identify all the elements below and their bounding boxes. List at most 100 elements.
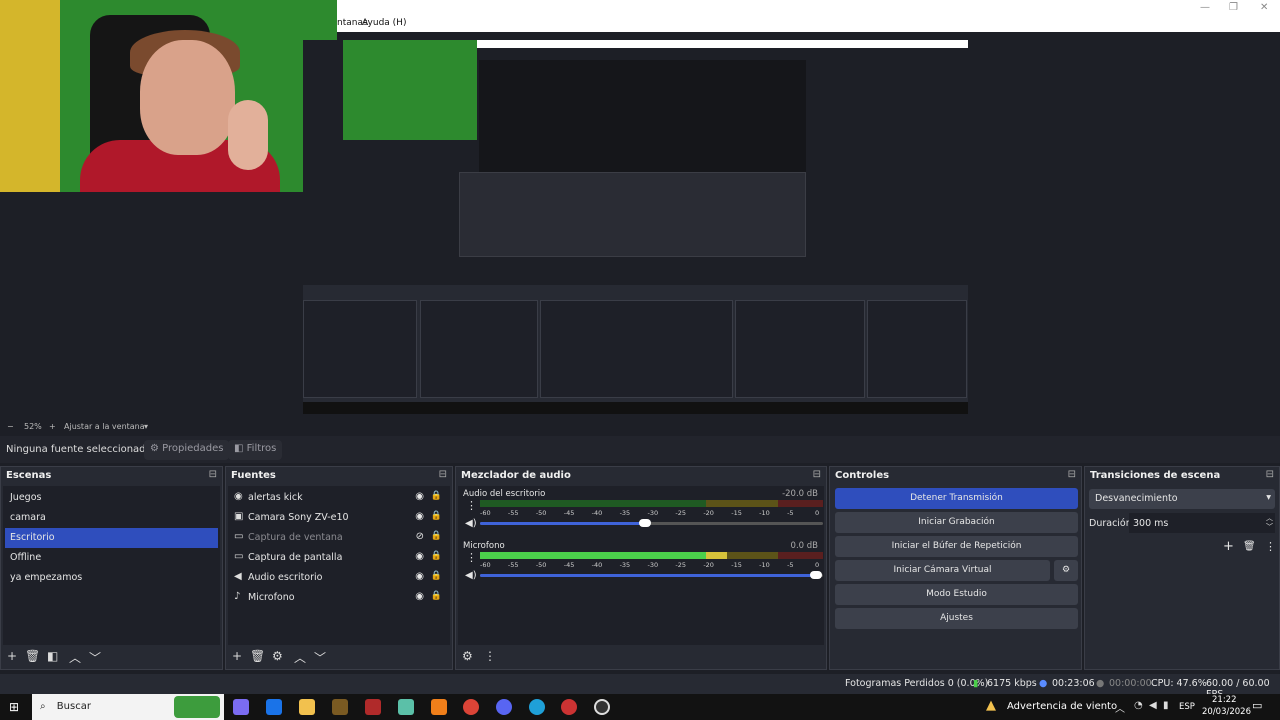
restore-icon[interactable]: ❐ — [1229, 2, 1238, 13]
control-button[interactable]: Iniciar el Búfer de Repetición — [835, 536, 1078, 557]
control-button[interactable]: Iniciar Grabación — [835, 512, 1078, 533]
eye-icon[interactable]: ◉ — [415, 491, 424, 502]
dock-float-icon[interactable]: ⊟ — [1266, 469, 1274, 480]
zoom-in-button[interactable]: + — [49, 422, 56, 431]
chevron-up-icon[interactable]: ︿ — [294, 649, 306, 666]
dock-float-icon[interactable]: ⊟ — [813, 469, 821, 480]
vlc-icon[interactable] — [431, 699, 447, 715]
eye-icon[interactable]: ◉ — [415, 551, 424, 562]
duration-value: 300 ms — [1133, 518, 1169, 529]
menu-help[interactable]: Ayuda (H) — [362, 18, 406, 28]
tick-label: -45 — [563, 561, 575, 569]
filters-label: Filtros — [246, 443, 277, 454]
mic-icon[interactable]: ▮ — [1163, 700, 1169, 711]
channel-menu-icon[interactable]: ⋮ — [466, 499, 477, 512]
lock-icon[interactable]: 🔒 — [431, 551, 442, 561]
language[interactable]: ESP — [1179, 702, 1195, 712]
lock-icon[interactable]: 🔒 — [431, 571, 442, 581]
source-item[interactable]: ◀ Audio escritorio ◉ 🔒 — [228, 568, 450, 588]
source-item[interactable]: ▣ Camara Sony ZV-e10 ◉ 🔒 — [228, 508, 450, 528]
preview-canvas[interactable] — [303, 40, 968, 414]
volume-knob[interactable] — [810, 571, 823, 579]
scene-item[interactable]: Juegos — [5, 488, 218, 508]
transition-select[interactable]: Desvanecimiento ▾ — [1089, 489, 1275, 509]
weather-text[interactable]: Advertencia de viento — [1007, 701, 1117, 712]
trash-icon[interactable]: 🗑 — [1243, 541, 1256, 552]
control-button[interactable]: Ajustes — [835, 608, 1078, 629]
add-icon[interactable]: + — [232, 649, 242, 663]
add-icon[interactable]: + — [1223, 539, 1234, 554]
copilot-icon[interactable] — [233, 699, 249, 715]
source-item[interactable]: ◉ alertas kick ◉ 🔒 — [228, 488, 450, 508]
app-icon[interactable] — [398, 699, 414, 715]
control-button[interactable]: Modo Estudio — [835, 584, 1078, 605]
scene-item[interactable]: ya empezamos — [5, 568, 218, 588]
lock-icon[interactable]: 🔒 — [431, 591, 442, 601]
source-item[interactable]: ▭ Captura de pantalla ◉ 🔒 — [228, 548, 450, 568]
eye-icon[interactable]: ◉ — [415, 591, 424, 602]
obs-icon[interactable] — [594, 699, 610, 715]
taskbar-search[interactable]: ⌕ Buscar — [32, 694, 224, 720]
gear-icon[interactable]: ⚙ — [272, 649, 283, 663]
wifi-icon[interactable]: ◔ — [1134, 700, 1143, 711]
chevron-up-icon[interactable]: ︿ — [69, 649, 81, 666]
tick-label: -50 — [535, 561, 547, 569]
file-explorer-icon[interactable] — [299, 699, 315, 715]
close-icon[interactable]: ✕ — [1260, 2, 1268, 13]
add-icon[interactable]: + — [7, 649, 17, 663]
chrome-profile-icon[interactable] — [561, 699, 577, 715]
minecraft-icon[interactable] — [332, 699, 348, 715]
chevron-down-icon[interactable]: ﹀ — [89, 649, 101, 666]
minimize-icon[interactable]: — — [1200, 2, 1210, 13]
lock-icon[interactable]: 🔒 — [431, 511, 442, 521]
dock-float-icon[interactable]: ⊟ — [209, 469, 217, 480]
chrome-icon[interactable] — [463, 699, 479, 715]
lock-icon[interactable]: 🔒 — [431, 491, 442, 501]
fit-window-label[interactable]: Ajustar a la ventana — [64, 422, 145, 431]
trash-icon[interactable]: 🗑 — [25, 649, 40, 663]
meter-green — [480, 552, 707, 559]
volume-slider[interactable] — [480, 522, 645, 525]
volume-knob[interactable] — [638, 519, 651, 527]
dock-float-icon[interactable]: ⊟ — [439, 469, 447, 480]
chevron-down-icon[interactable]: ﹀ — [314, 649, 326, 666]
more-icon[interactable]: ⋮ — [1265, 540, 1276, 553]
zoom-out-button[interactable]: − — [7, 422, 14, 431]
scene-item[interactable]: Escritorio — [5, 528, 218, 548]
eye-icon[interactable]: ◉ — [415, 511, 424, 522]
winrar-icon[interactable] — [365, 699, 381, 715]
transition-selected: Desvanecimiento — [1095, 493, 1178, 504]
trash-icon[interactable]: 🗑 — [250, 649, 265, 663]
control-button[interactable]: Iniciar Cámara Virtual — [835, 560, 1050, 581]
advanced-audio-icon[interactable]: ⚙ — [462, 649, 473, 663]
spin-down-icon[interactable]: ﹀ — [1266, 522, 1273, 532]
outlook-icon[interactable] — [266, 699, 282, 715]
speaker-icon[interactable]: ◀) — [465, 518, 477, 529]
dock-float-icon[interactable]: ⊟ — [1068, 469, 1076, 480]
notification-icon[interactable]: ▭ — [1252, 699, 1262, 712]
windows-start-icon[interactable]: ⊞ — [9, 700, 19, 714]
channel-menu-icon[interactable]: ⋮ — [466, 551, 477, 564]
filters-button[interactable]: ◧ Filtros — [228, 440, 283, 460]
duration-input[interactable]: 300 ms ︿ ﹀ — [1129, 513, 1275, 533]
lock-icon[interactable]: 🔒 — [431, 531, 442, 541]
properties-button[interactable]: ⚙ Propiedades — [144, 440, 230, 460]
eye-hidden-icon[interactable]: ⊘ — [416, 531, 424, 542]
source-item[interactable]: ♪ Microfono ◉ 🔒 — [228, 588, 450, 608]
chevron-down-icon[interactable]: ▾ — [144, 422, 148, 431]
filter-icon[interactable]: ◧ — [47, 649, 58, 663]
control-button[interactable]: Detener Transmisión — [835, 488, 1078, 509]
chevron-up-icon[interactable]: ︿ — [1115, 700, 1125, 715]
source-item[interactable]: ▭ Captura de ventana ⊘ 🔒 — [228, 528, 450, 548]
virtual-camera-settings-icon[interactable]: ⚙ — [1054, 560, 1078, 581]
scene-item[interactable]: camara — [5, 508, 218, 528]
edge-icon[interactable] — [529, 699, 545, 715]
speaker-icon[interactable]: ◀ — [1149, 700, 1157, 711]
tick-label: -10 — [759, 509, 770, 517]
discord-icon[interactable] — [496, 699, 512, 715]
scene-item[interactable]: Offline — [5, 548, 218, 568]
speaker-icon[interactable]: ◀) — [465, 570, 477, 581]
volume-slider[interactable] — [480, 574, 817, 577]
more-icon[interactable]: ⋮ — [484, 649, 496, 663]
eye-icon[interactable]: ◉ — [415, 571, 424, 582]
